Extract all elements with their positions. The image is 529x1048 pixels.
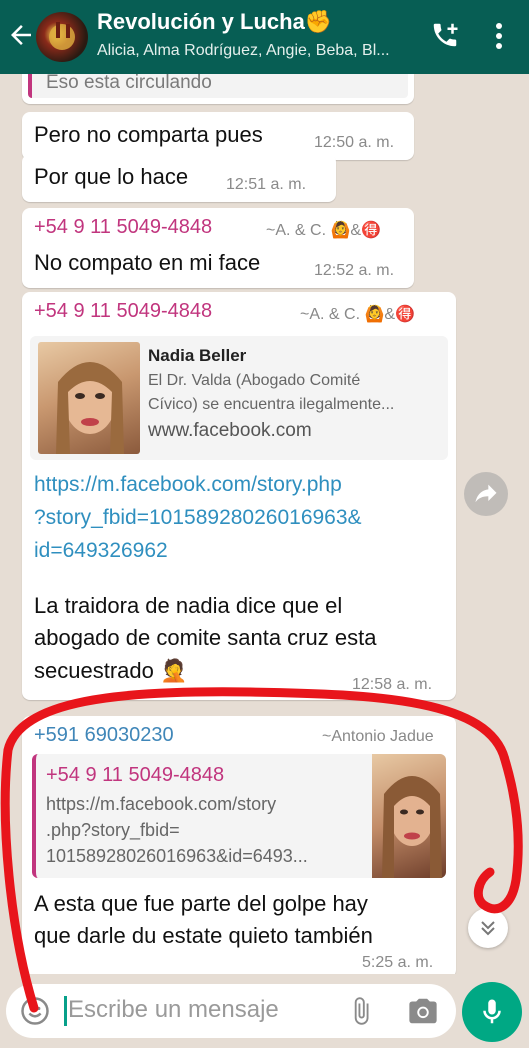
quoted-sender: +54 9 11 5049-4848 (46, 764, 225, 786)
message-bubble[interactable]: Por que lo hace 12:51 a. m. (22, 154, 336, 202)
message-text: abogado de comite santa cruz esta (34, 625, 377, 650)
group-avatar[interactable] (36, 12, 88, 62)
message-bubble[interactable]: Pero no comparta pues 12:50 a. m. (22, 112, 414, 160)
forward-button[interactable] (464, 472, 508, 516)
sender-alias: ~A. & C. 🙆&🉐 (300, 306, 415, 323)
message-text: que darle du estate quieto también (34, 923, 373, 948)
message-sender[interactable]: +54 9 11 5049-4848 (34, 216, 212, 239)
message-sender[interactable]: +591 69030230 (34, 724, 174, 747)
quoted-thumbnail (372, 754, 446, 878)
chat-header: Revolución y Lucha✊ Alicia, Alma Rodrígu… (0, 0, 529, 74)
message-sender[interactable]: +54 9 11 5049-4848 (34, 300, 212, 323)
message-composer[interactable]: Escribe un mensaje (6, 984, 456, 1038)
message-text: Pero no comparta pues (34, 122, 263, 147)
chat-area[interactable]: Eso esta circulando Pero no comparta pue… (0, 74, 529, 974)
preview-title: Nadia Beller (148, 346, 247, 365)
message-bubble[interactable]: +54 9 11 5049-4848 ~A. & C. 🙆&🉐 No compa… (22, 208, 414, 288)
mic-button[interactable] (462, 982, 522, 1042)
emoji-icon[interactable] (20, 996, 50, 1026)
preview-thumbnail (38, 342, 140, 454)
back-arrow-icon[interactable] (6, 20, 36, 50)
double-chevron-down-icon (481, 921, 495, 936)
message-time: 12:52 a. m. (314, 262, 395, 279)
more-options-icon[interactable] (489, 20, 509, 52)
message-time: 5:25 a. m. (362, 954, 434, 971)
message-time: 12:58 a. m. (352, 676, 433, 693)
group-title[interactable]: Revolución y Lucha✊ (97, 9, 332, 35)
sender-alias: ~Antonio Jadue (322, 728, 434, 745)
forward-icon (475, 484, 497, 503)
quoted-text: Eso esta circulando (46, 74, 212, 93)
message-input[interactable]: Escribe un mensaje (68, 996, 279, 1024)
message-link[interactable]: id=649326962 (34, 534, 362, 567)
message-time: 12:50 a. m. (314, 134, 395, 151)
add-call-icon[interactable] (430, 20, 460, 50)
message-bubble[interactable]: Eso esta circulando (22, 74, 414, 104)
message-text: A esta que fue parte del golpe hay (34, 891, 368, 916)
message-bubble[interactable]: +54 9 11 5049-4848 ~A. & C. 🙆&🉐 Nadia Be… (22, 292, 456, 700)
message-text: No compato en mi face (34, 250, 261, 275)
message-time: 12:51 a. m. (226, 176, 307, 193)
message-text: Por que lo hace (34, 164, 189, 189)
group-members[interactable]: Alicia, Alma Rodríguez, Angie, Beba, Bl.… (97, 42, 390, 60)
quoted-message[interactable]: +54 9 11 5049-4848 https://m.facebook.co… (32, 754, 446, 878)
scroll-to-bottom-button[interactable] (468, 908, 508, 948)
message-link[interactable]: ?story_fbid=10158928026016963& (34, 501, 362, 534)
link-preview[interactable]: Nadia Beller El Dr. Valda (Abogado Comit… (30, 336, 448, 460)
camera-icon[interactable] (406, 996, 440, 1026)
sender-alias: ~A. & C. 🙆&🉐 (266, 222, 381, 239)
preview-description: Cívico) se encuentra ilegalmente... (148, 396, 395, 413)
quoted-text: https://m.facebook.com/story (46, 794, 277, 814)
text-cursor (64, 996, 67, 1026)
microphone-icon (483, 999, 501, 1024)
message-text: secuestrado 🤦 (34, 658, 188, 683)
quoted-text: .php?story_fbid= (46, 820, 180, 840)
message-text: La traidora de nadia dice que el (34, 593, 343, 618)
quoted-message[interactable]: Eso esta circulando (28, 74, 408, 98)
quoted-text: 10158928026016963&id=6493... (46, 846, 308, 866)
message-bubble[interactable]: +591 69030230 ~Antonio Jadue +54 9 11 50… (22, 716, 456, 974)
message-link[interactable]: https://m.facebook.com/story.php (34, 468, 362, 501)
preview-domain: www.facebook.com (148, 420, 312, 441)
attach-icon[interactable] (346, 996, 376, 1026)
preview-description: El Dr. Valda (Abogado Comité (148, 372, 361, 389)
